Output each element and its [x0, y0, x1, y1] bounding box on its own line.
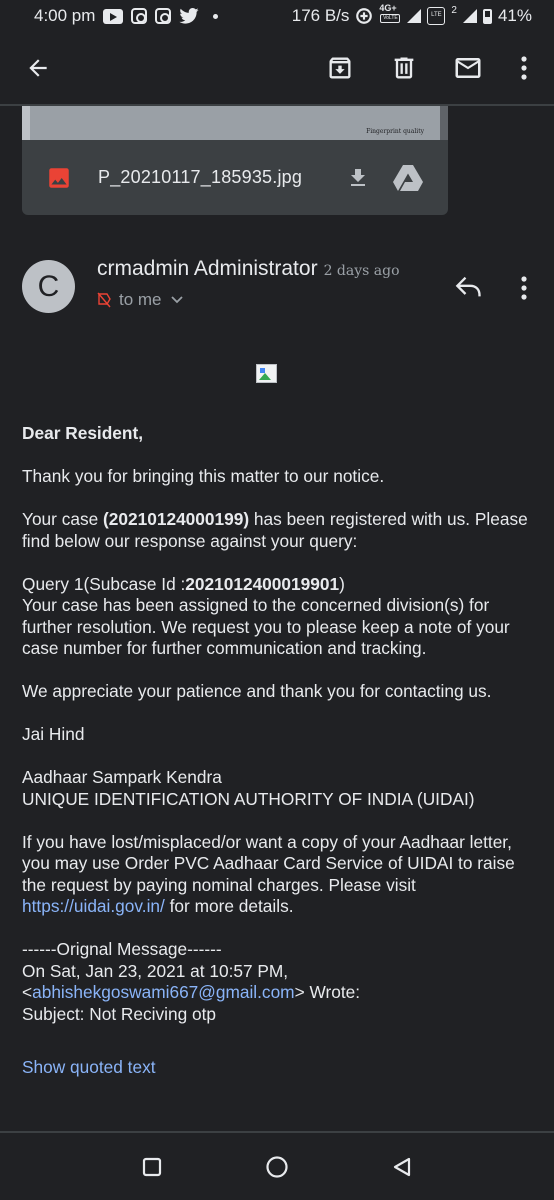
message-time: 2 days ago	[323, 263, 400, 279]
appreciate-text: We appreciate your patience and thank yo…	[22, 681, 492, 701]
recents-icon	[143, 1157, 162, 1176]
network-speed: 176 B/s	[291, 6, 350, 25]
query-paragraph: Query 1(Subcase Id :2021012400019901) You…	[22, 574, 542, 660]
message-more-button[interactable]	[506, 268, 542, 308]
status-left: 4:00 pm	[34, 6, 219, 26]
message-body: Dear Resident, Thank you for bringing th…	[22, 423, 542, 1047]
delete-button[interactable]	[384, 48, 424, 88]
avatar[interactable]: C	[22, 260, 75, 313]
orig-email-link[interactable]: abhishekgoswami667@gmail.com	[32, 982, 294, 1002]
case-prefix: Your case	[22, 509, 104, 529]
query-text: Your case has been assigned to the conce…	[22, 595, 510, 658]
network-type: 4G+ VoLTE	[379, 3, 401, 25]
signoff-text: Jai Hind	[22, 724, 85, 744]
battery-icon	[482, 8, 492, 24]
case-paragraph: Your case (20210124000199) has been regi…	[22, 509, 542, 552]
download-icon	[351, 168, 365, 186]
lost-paragraph: If you have lost/misplaced/or want a cop…	[22, 832, 542, 918]
org-line1: Aadhaar Sampark Kendra	[22, 767, 222, 787]
download-button[interactable]	[340, 160, 376, 196]
broken-image-icon	[256, 364, 277, 383]
drive-icon	[393, 164, 423, 191]
query-suffix: )	[339, 573, 345, 594]
instagram-icon	[131, 8, 148, 24]
attachment-preview[interactable]: Fingerprint quality	[22, 106, 448, 140]
home-button[interactable]	[257, 1147, 297, 1187]
data-saver-icon	[356, 8, 373, 24]
recents-button[interactable]	[132, 1147, 172, 1187]
orig-header: ------Orignal Message------	[22, 939, 222, 959]
status-time: 4:00 pm	[34, 6, 96, 25]
nav-back-button[interactable]	[382, 1147, 422, 1187]
back-arrow-icon	[29, 59, 47, 77]
reply-icon	[455, 276, 481, 297]
save-to-drive-button[interactable]	[390, 160, 426, 196]
preview-caption: Fingerprint quality	[366, 128, 424, 135]
show-quoted-text-button[interactable]: Show quoted text	[22, 1057, 156, 1078]
uidai-link[interactable]: https://uidai.gov.in/	[22, 896, 165, 916]
signal-1-icon	[407, 9, 422, 23]
more-vert-icon	[521, 56, 527, 80]
recipient-label: to me	[119, 290, 162, 309]
more-options-button[interactable]	[512, 48, 536, 88]
battery-percent: 41%	[497, 6, 532, 25]
notification-dot	[213, 13, 219, 19]
lost-suffix: for more details.	[164, 896, 294, 916]
archive-button[interactable]	[320, 48, 360, 88]
thanks-text: Thank you for bringing this matter to ou…	[22, 466, 385, 486]
delete-icon	[394, 57, 414, 79]
instagram-icon-2	[155, 8, 172, 24]
attachment-row: P_20210117_185935.jpg	[22, 140, 448, 215]
subcase-id: 2021012400019901	[185, 573, 340, 594]
case-number: (20210124000199)	[103, 509, 250, 529]
lost-text: If you have lost/misplaced/or want a cop…	[22, 831, 515, 895]
mark-unread-icon	[455, 58, 481, 78]
image-icon	[49, 167, 69, 188]
home-icon	[266, 1155, 288, 1178]
sender-line: crmadmin Administrator 2 days ago	[97, 257, 400, 281]
orig-from-open: <	[22, 982, 33, 1002]
org-line2: UNIQUE IDENTIFICATION AUTHORITY OF INDIA…	[22, 788, 475, 809]
orig-from-close: > Wrote:	[294, 982, 361, 1002]
orig-subject: Subject: Not Reciving otp	[22, 1003, 217, 1024]
reply-button[interactable]	[448, 266, 490, 308]
sim2-label: 2	[451, 4, 457, 16]
youtube-icon	[103, 8, 124, 24]
system-navbar	[0, 1131, 554, 1200]
more-vert-icon	[521, 276, 527, 300]
status-right: 176 B/s 4G+ VoLTE LTE 2 41%	[291, 3, 532, 26]
org-block: Aadhaar Sampark Kendra UNIQUE IDENTIFICAT…	[22, 767, 542, 810]
signal-2-icon	[462, 9, 477, 23]
recipient-details-toggle[interactable]: to me	[97, 290, 184, 310]
status-bar: 4:00 pm 176 B/s 4G+ VoLTE LTE 2 41%	[0, 0, 554, 32]
network-type-label: 4G+	[379, 3, 397, 13]
twitter-icon	[179, 8, 200, 24]
attachment-filename: P_20210117_185935.jpg	[98, 167, 303, 187]
attachment-card[interactable]: Fingerprint quality P_20210117_185935.jp…	[22, 106, 448, 215]
back-button[interactable]	[18, 48, 58, 88]
mark-unread-button[interactable]	[448, 48, 488, 88]
query-prefix: Query 1(Subcase Id :	[22, 573, 186, 594]
orig-date: On Sat, Jan 23, 2021 at 10:57 PM,	[22, 960, 289, 981]
toolbar	[0, 32, 554, 106]
label-icon	[97, 292, 111, 308]
wifi-calling-icon: LTE	[427, 7, 446, 25]
original-message: ------Orignal Message------ On Sat, Jan 2…	[22, 939, 542, 1025]
back-icon	[393, 1157, 410, 1176]
greeting: Dear Resident,	[22, 423, 144, 443]
sender-name: crmadmin Administrator	[97, 257, 318, 280]
archive-icon	[329, 57, 351, 79]
chevron-down-icon	[170, 296, 183, 304]
message-header: C crmadmin Administrator 2 days ago to me	[0, 252, 554, 322]
